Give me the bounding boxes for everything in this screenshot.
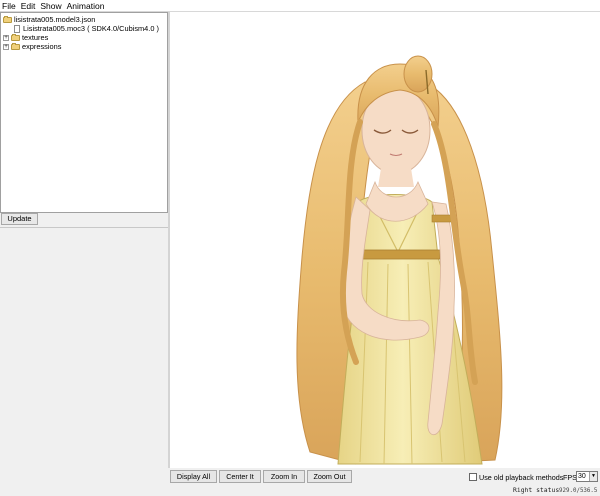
fps-value: 30	[578, 473, 586, 480]
model-illustration	[296, 55, 503, 465]
folder-icon	[11, 33, 20, 41]
menu-edit[interactable]: Edit	[21, 0, 36, 12]
update-button[interactable]: Update	[1, 213, 38, 225]
menu-show[interactable]: Show	[40, 0, 61, 12]
parameter-area	[0, 228, 168, 496]
tree-root-row[interactable]: lisistrata005.model3.json	[3, 15, 95, 24]
center-it-button[interactable]: Center It	[219, 470, 261, 483]
folder-open-icon	[3, 15, 12, 23]
model-tree[interactable]: lisistrata005.model3.json Lisistrata005.…	[0, 12, 168, 213]
coordinate-readout: 929.0/536.5	[559, 488, 598, 494]
right-status: Right status	[513, 486, 560, 494]
file-icon	[14, 24, 20, 33]
status-bar: Right status 929.0/536.5	[0, 484, 600, 496]
left-panel: lisistrata005.model3.json Lisistrata005.…	[0, 12, 168, 496]
tree-moc-row[interactable]: Lisistrata005.moc3 ( SDK4.0/Cubism4.0 )	[14, 24, 159, 33]
viewer-toolbar: Display All Center It Zoom In Zoom Out U…	[168, 468, 600, 484]
menu-bar: File Edit Show Animation	[0, 0, 600, 12]
chevron-down-icon[interactable]: ▼	[589, 472, 597, 481]
tree-folder-label: expressions	[22, 42, 62, 51]
expand-icon[interactable]: +	[3, 34, 9, 41]
fps-select[interactable]: 30 ▼	[576, 471, 598, 482]
fps-label: FPS	[563, 473, 577, 482]
tree-folder-textures[interactable]: + textures	[3, 33, 48, 42]
tree-moc-label: Lisistrata005.moc3 ( SDK4.0/Cubism4.0 )	[23, 24, 159, 33]
folder-icon	[11, 42, 20, 50]
menu-file[interactable]: File	[2, 0, 16, 12]
tree-root-label: lisistrata005.model3.json	[14, 15, 96, 24]
expand-icon[interactable]: +	[3, 43, 9, 50]
old-playback-checkbox[interactable]	[469, 473, 477, 481]
tree-folder-label: textures	[22, 33, 49, 42]
menu-animation[interactable]: Animation	[67, 0, 105, 12]
zoom-in-button[interactable]: Zoom In	[263, 470, 305, 483]
model-viewport[interactable]	[170, 12, 600, 468]
display-all-button[interactable]: Display All	[170, 470, 217, 483]
zoom-out-button[interactable]: Zoom Out	[307, 470, 352, 483]
tree-folder-expressions[interactable]: + expressions	[3, 42, 61, 51]
old-playback-label: Use old playback methods	[479, 473, 564, 482]
